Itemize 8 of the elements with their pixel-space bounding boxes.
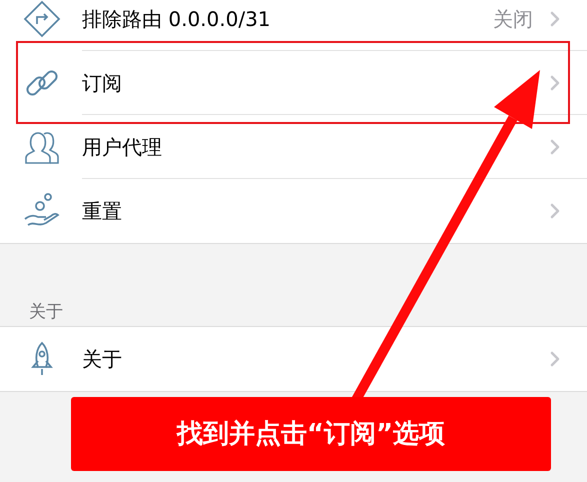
caption-text: 找到并点击“订阅”选项	[176, 418, 446, 450]
setting-label[interactable]: 订阅	[82, 68, 543, 98]
setting-value: 关闭	[493, 6, 533, 32]
setting-label[interactable]: 排除路由 0.0.0.0/31	[82, 4, 493, 34]
setting-label[interactable]: 用户代理	[82, 132, 543, 162]
setting-label[interactable]: 重置	[82, 196, 543, 226]
section-header: 关于	[29, 301, 63, 324]
diamond-arrow-icon	[22, 0, 62, 39]
